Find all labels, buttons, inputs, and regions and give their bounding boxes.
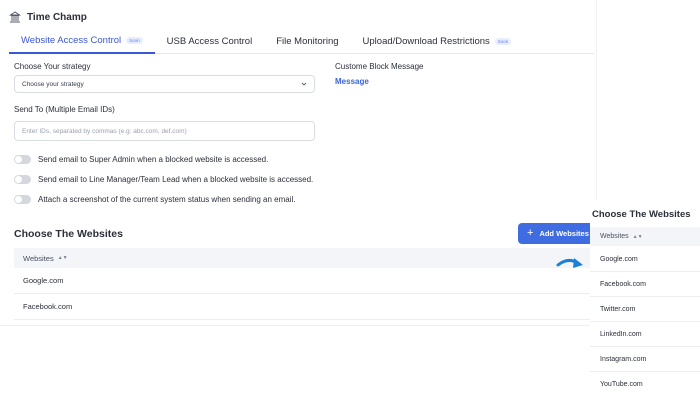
website-cell: Google.com bbox=[23, 276, 64, 285]
plus-icon: + bbox=[527, 227, 534, 239]
list-item[interactable]: Facebook.com bbox=[590, 272, 700, 297]
popup-title: Choose The Websites bbox=[592, 209, 691, 220]
chevron-down-icon bbox=[301, 82, 307, 86]
toggle-row-screenshot: Attach a screenshot of the current syste… bbox=[14, 195, 295, 204]
tab-label: Website Access Control bbox=[21, 34, 122, 46]
add-websites-button[interactable]: + Add Websites bbox=[518, 223, 597, 244]
website-name: LinkedIn.com bbox=[600, 330, 642, 338]
websites-column-header[interactable]: Websites bbox=[23, 254, 54, 263]
list-item[interactable]: Twitter.com bbox=[590, 297, 700, 322]
strategy-value: Choose your strategy bbox=[22, 80, 84, 88]
send-to-label: Send To (Multiple Email IDs) bbox=[14, 105, 115, 114]
sort-icon[interactable]: ▲▼ bbox=[58, 255, 68, 261]
soon-badge: Soon bbox=[126, 36, 143, 44]
popup-website-list: Google.com Facebook.com Twitter.com Link… bbox=[590, 247, 700, 393]
arrow-icon bbox=[556, 258, 583, 268]
tab-label: USB Access Control bbox=[166, 35, 253, 47]
table-header: Websites ▲▼ bbox=[14, 248, 597, 268]
table-row[interactable]: Facebook.com bbox=[14, 294, 597, 320]
add-websites-label: Add Websites bbox=[539, 229, 589, 238]
websites-table: Websites ▲▼ Google.com Facebook.com bbox=[14, 248, 597, 320]
websites-section-title: Choose The Websites bbox=[14, 228, 123, 240]
app-title: Time Champ bbox=[27, 11, 87, 23]
tab-bar: Website Access Control Soon USB Access C… bbox=[9, 28, 594, 54]
attach-screenshot-toggle[interactable] bbox=[14, 195, 31, 204]
tab-label: File Monitoring bbox=[276, 35, 339, 47]
email-ids-input[interactable]: Enter IDs, separated by commas (e.g: abc… bbox=[14, 121, 315, 141]
tab-upload-download-restrictions[interactable]: Upload/Download Restrictions Soon bbox=[351, 28, 524, 54]
website-cell: Facebook.com bbox=[23, 302, 73, 311]
website-access-panel: Time Champ Website Access Control Soon U… bbox=[0, 0, 597, 326]
super-admin-toggle[interactable] bbox=[14, 155, 31, 164]
sort-icon[interactable]: ▲▼ bbox=[633, 234, 643, 240]
toggle-row-line-manager: Send email to Line Manager/Team Lead whe… bbox=[14, 175, 313, 184]
soon-badge: Soon bbox=[494, 37, 512, 45]
website-name: Twitter.com bbox=[600, 305, 636, 313]
strategy-select[interactable]: Choose your strategy bbox=[14, 75, 315, 93]
strategy-label: Choose Your strategy bbox=[14, 62, 91, 71]
line-manager-toggle[interactable] bbox=[14, 175, 31, 184]
email-ids-placeholder: Enter IDs, separated by commas (e.g: abc… bbox=[22, 127, 187, 135]
tab-label: Upload/Download Restrictions bbox=[362, 35, 490, 47]
toggle-row-super-admin: Send email to Super Admin when a blocked… bbox=[14, 155, 268, 164]
toggle-label: Send email to Super Admin when a blocked… bbox=[38, 155, 269, 164]
website-name: Google.com bbox=[600, 255, 638, 263]
table-row[interactable]: Google.com bbox=[14, 268, 597, 294]
website-name: Instagram.com bbox=[600, 355, 647, 363]
list-item[interactable]: LinkedIn.com bbox=[590, 322, 700, 347]
website-name: YouTube.com bbox=[600, 380, 643, 388]
popup-websites-column-header[interactable]: Websites bbox=[600, 233, 629, 240]
block-message-label: Custome Block Message bbox=[335, 62, 424, 71]
list-item[interactable]: Instagram.com bbox=[590, 347, 700, 372]
list-item[interactable]: YouTube.com bbox=[590, 372, 700, 393]
websites-popup: Choose The Websites Websites ▲▼ Google.c… bbox=[590, 200, 700, 393]
popup-table-header: Websites ▲▼ bbox=[590, 227, 700, 246]
app-header: Time Champ bbox=[9, 11, 87, 23]
tab-website-access-control[interactable]: Website Access Control Soon bbox=[9, 28, 155, 54]
building-icon bbox=[9, 11, 21, 23]
tab-usb-access-control[interactable]: USB Access Control bbox=[155, 28, 265, 54]
toggle-label: Send email to Line Manager/Team Lead whe… bbox=[38, 175, 314, 184]
message-link[interactable]: Message bbox=[335, 77, 369, 86]
toggle-label: Attach a screenshot of the current syste… bbox=[38, 195, 296, 204]
list-item[interactable]: Google.com bbox=[590, 247, 700, 272]
tab-file-monitoring[interactable]: File Monitoring bbox=[264, 28, 350, 54]
website-name: Facebook.com bbox=[600, 280, 646, 288]
